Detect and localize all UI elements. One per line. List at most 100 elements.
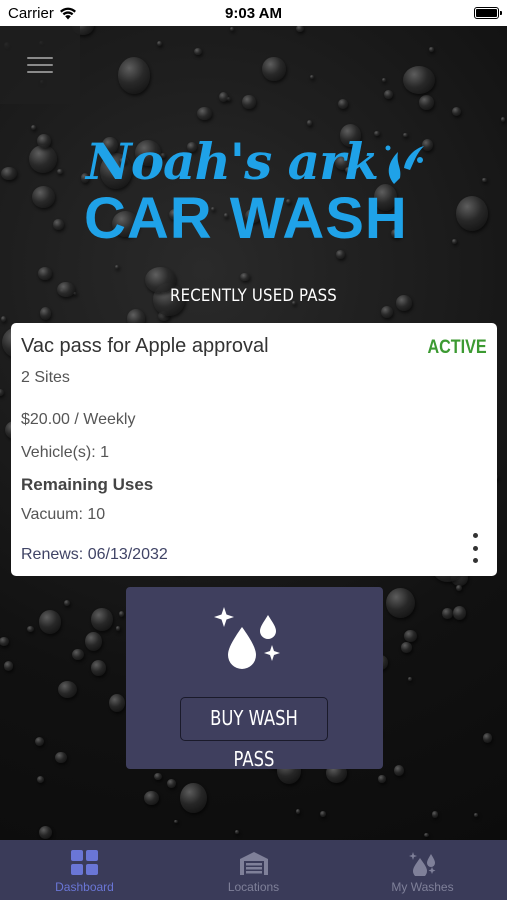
tab-my-washes[interactable]: My Washes <box>338 840 507 900</box>
water-drop <box>63 600 70 607</box>
water-drop <box>30 125 37 131</box>
water-drop <box>35 736 45 746</box>
water-drop <box>424 833 429 838</box>
water-drop <box>58 681 78 699</box>
water-drop <box>320 810 326 818</box>
water-drop <box>56 168 63 175</box>
water-drop <box>386 587 416 618</box>
water-drop <box>240 272 250 282</box>
water-drop <box>197 107 212 121</box>
water-drop <box>85 631 102 651</box>
pass-sites: 2 Sites <box>21 369 70 386</box>
status-badge: ACTIVE <box>427 337 487 358</box>
water-drop <box>456 585 463 592</box>
tab-label: My Washes <box>391 880 454 894</box>
pass-vehicles: Vehicle(s): 1 <box>21 444 110 461</box>
water-drop <box>144 790 159 806</box>
water-drop <box>383 89 393 99</box>
water-drop <box>0 316 7 323</box>
remaining-uses-title: Remaining Uses <box>21 475 154 494</box>
water-drop <box>180 782 208 814</box>
carrier-label: Carrier <box>8 4 54 22</box>
menu-button[interactable] <box>0 26 80 104</box>
water-drop <box>402 65 435 94</box>
logo-script-text: Noah's ark <box>86 132 379 191</box>
water-drop <box>108 694 125 712</box>
water-drop <box>381 78 386 83</box>
pass-price: $20.00 / Weekly <box>21 411 136 428</box>
water-drop <box>0 388 4 397</box>
water-drop <box>296 809 301 814</box>
water-drop <box>381 305 394 318</box>
water-drop <box>242 95 256 110</box>
tab-bar: Dashboard Locations My Washes <box>0 840 507 900</box>
water-drop <box>117 56 151 94</box>
vacuum-uses: Vacuum: 10 <box>21 506 106 523</box>
water-drop <box>407 676 412 682</box>
water-drop <box>157 41 163 47</box>
water-drop <box>53 219 64 230</box>
tab-locations[interactable]: Locations <box>169 840 338 900</box>
water-drop <box>219 91 229 102</box>
water-drop <box>91 607 113 631</box>
tab-label: Dashboard <box>55 880 114 894</box>
water-drop <box>38 610 61 634</box>
grid-icon <box>70 850 98 875</box>
water-drop <box>32 186 55 208</box>
water-drop <box>115 625 121 631</box>
section-title-recent-pass: RECENTLY USED PASS <box>170 286 337 306</box>
water-drop <box>338 98 348 109</box>
water-drop <box>38 825 52 839</box>
vertical-ellipsis-icon[interactable] <box>471 533 479 563</box>
water-drop <box>451 106 462 117</box>
brand-logo: Noah's ark CAR WASH <box>80 132 430 252</box>
water-drop <box>29 145 57 174</box>
hamburger-menu-icon <box>27 52 53 78</box>
water-drop <box>193 47 202 56</box>
pass-name: Vac pass for Apple approval <box>21 335 269 357</box>
wash-drops-sparkle-icon <box>214 607 280 669</box>
water-drop <box>482 177 487 183</box>
water-drop <box>3 661 13 671</box>
water-drop <box>36 776 44 784</box>
water-drop <box>39 307 51 321</box>
water-drop <box>90 660 106 677</box>
garage-icon <box>239 852 268 875</box>
water-drop <box>114 264 119 269</box>
tab-label: Locations <box>227 880 280 894</box>
tab-dashboard[interactable]: Dashboard <box>0 840 169 900</box>
water-drop <box>307 120 313 126</box>
water-drop <box>173 819 178 824</box>
water-drop <box>0 636 10 647</box>
water-drop <box>500 117 505 122</box>
buy-wash-pass-button[interactable]: BUY WASH PASS <box>180 697 328 771</box>
logo-block-text: CAR WASH <box>84 186 408 251</box>
water-drop <box>1 166 18 181</box>
water-drop <box>71 649 84 661</box>
battery-icon <box>474 7 502 19</box>
water-drop <box>27 626 35 632</box>
water-drop <box>404 630 417 643</box>
water-drop <box>234 830 239 835</box>
water-drop <box>429 47 434 53</box>
water-drop <box>262 57 286 82</box>
buy-wash-pass-tile[interactable]: BUY WASH PASS <box>126 587 383 771</box>
wifi-icon <box>59 7 76 19</box>
status-bar: Carrier 9:03 AM <box>0 0 507 26</box>
water-drop <box>378 774 386 784</box>
water-drop <box>452 239 457 244</box>
drops-icon <box>408 852 435 876</box>
renewal-date: Renews: 06/13/2032 <box>21 546 168 563</box>
water-drop <box>455 196 488 231</box>
water-drop <box>230 27 235 31</box>
water-drop <box>310 75 315 79</box>
pass-card[interactable]: Vac pass for Apple approval ACTIVE 2 Sit… <box>11 323 497 576</box>
water-drop <box>119 611 125 618</box>
water-drop <box>418 94 434 110</box>
water-drop <box>442 608 453 619</box>
water-drop <box>393 765 405 777</box>
water-drop <box>55 752 67 764</box>
water-drop <box>37 267 52 280</box>
water-splash-icon <box>385 145 424 184</box>
water-drop <box>37 134 52 148</box>
